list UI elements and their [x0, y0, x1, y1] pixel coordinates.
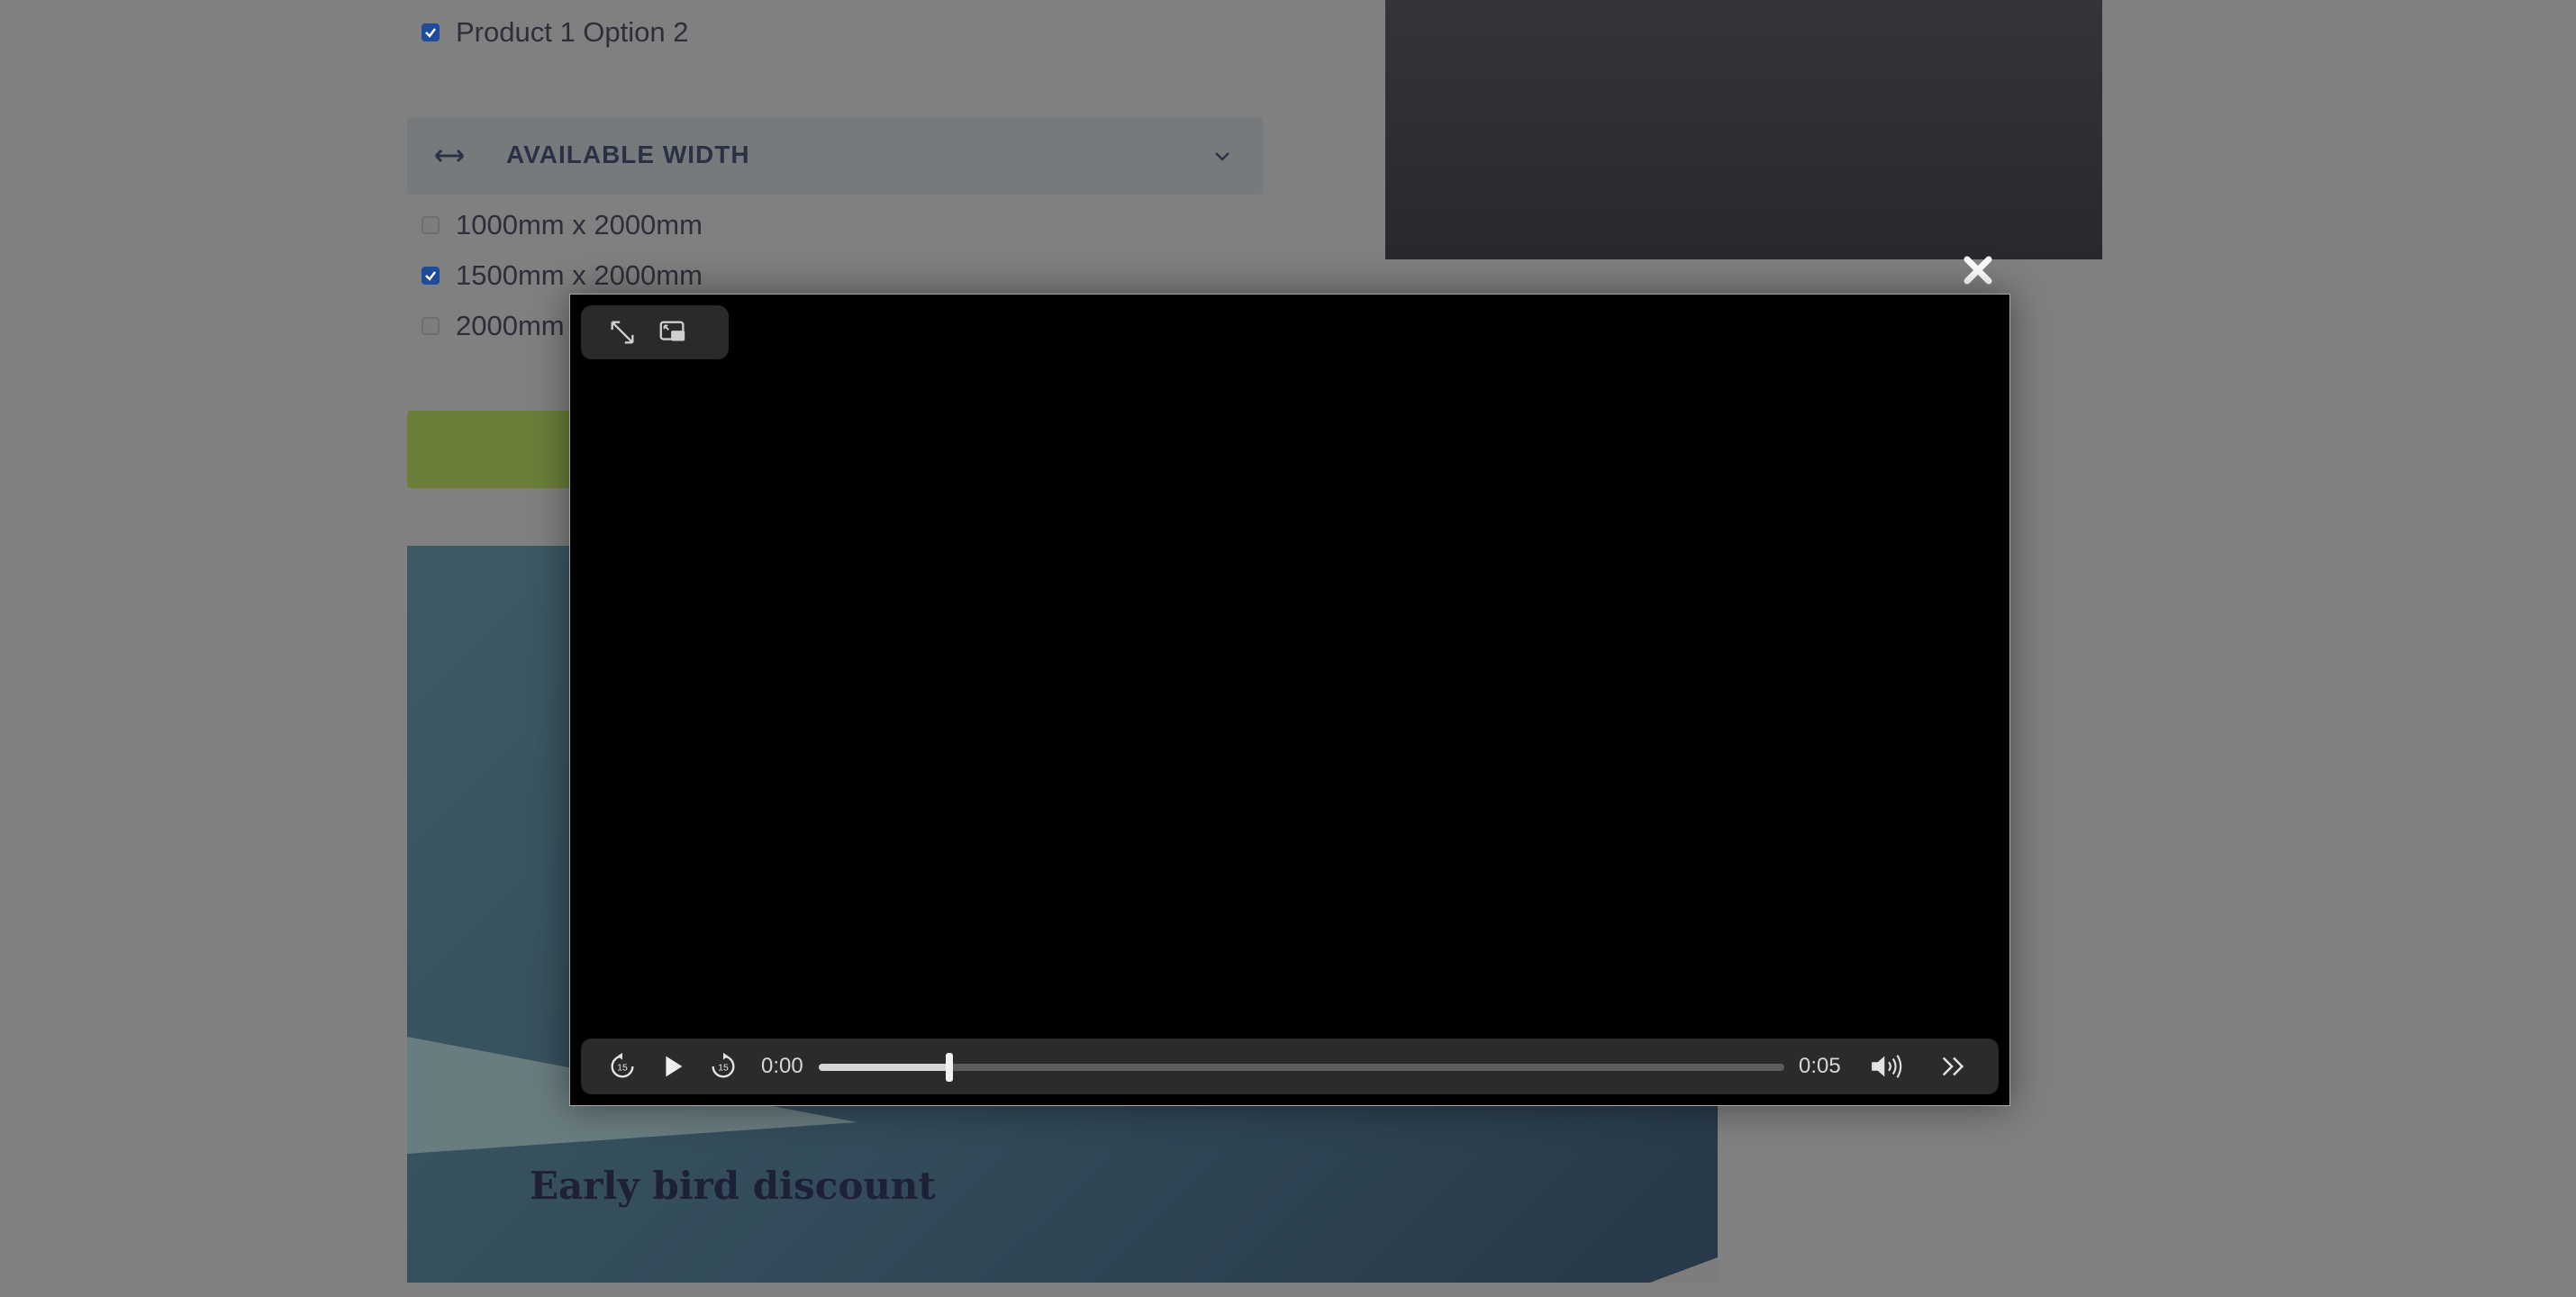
checkbox-checked[interactable] — [422, 23, 440, 41]
volume-icon[interactable] — [1867, 1050, 1910, 1083]
svg-text:15: 15 — [718, 1064, 729, 1074]
progress-thumb[interactable] — [945, 1053, 953, 1082]
width-option-row[interactable]: 2000mm — [422, 310, 565, 342]
playback-controls: 15 15 0:00 0:05 — [581, 1039, 1999, 1094]
progress-fill — [819, 1064, 949, 1071]
filter-header-available-width[interactable]: AVAILABLE WIDTH — [407, 117, 1263, 195]
horizontal-arrows-icon — [434, 149, 465, 163]
video-modal: 15 15 0:00 0:05 — [569, 294, 2010, 1106]
product-image — [1385, 0, 2102, 259]
skip-back-15-icon[interactable]: 15 — [606, 1050, 639, 1083]
top-controls — [581, 305, 729, 359]
width-option-row[interactable]: 1000mm x 2000mm — [422, 209, 703, 241]
svg-text:15: 15 — [617, 1064, 628, 1074]
current-time: 0:00 — [761, 1054, 803, 1078]
picture-in-picture-icon[interactable] — [657, 316, 689, 349]
promo-title: Early bird discount — [530, 1164, 936, 1208]
checkbox-unchecked[interactable] — [422, 216, 440, 234]
fullscreen-icon[interactable] — [606, 316, 639, 349]
progress-slider[interactable] — [819, 1053, 1784, 1082]
duration: 0:05 — [1799, 1054, 1841, 1078]
product-option-row[interactable]: Product 1 Option 2 — [422, 16, 689, 49]
play-icon[interactable] — [657, 1050, 689, 1083]
checkbox-checked[interactable] — [422, 267, 440, 285]
option-label: Product 1 Option 2 — [456, 16, 689, 48]
skip-forward-15-icon[interactable]: 15 — [707, 1050, 739, 1083]
option-label: 1500mm x 2000mm — [456, 259, 703, 291]
checkbox-unchecked[interactable] — [422, 317, 440, 335]
option-label: 1000mm x 2000mm — [456, 209, 703, 240]
close-icon[interactable] — [1958, 250, 1998, 290]
page: Product 1 Option 2 AVAILABLE WIDTH 1000m… — [0, 0, 2576, 1297]
filter-title: AVAILABLE WIDTH — [506, 141, 750, 168]
more-icon[interactable] — [1937, 1050, 1970, 1083]
width-option-row[interactable]: 1500mm x 2000mm — [422, 259, 703, 292]
option-label: 2000mm — [456, 310, 565, 341]
chevron-down-icon — [1215, 152, 1229, 161]
